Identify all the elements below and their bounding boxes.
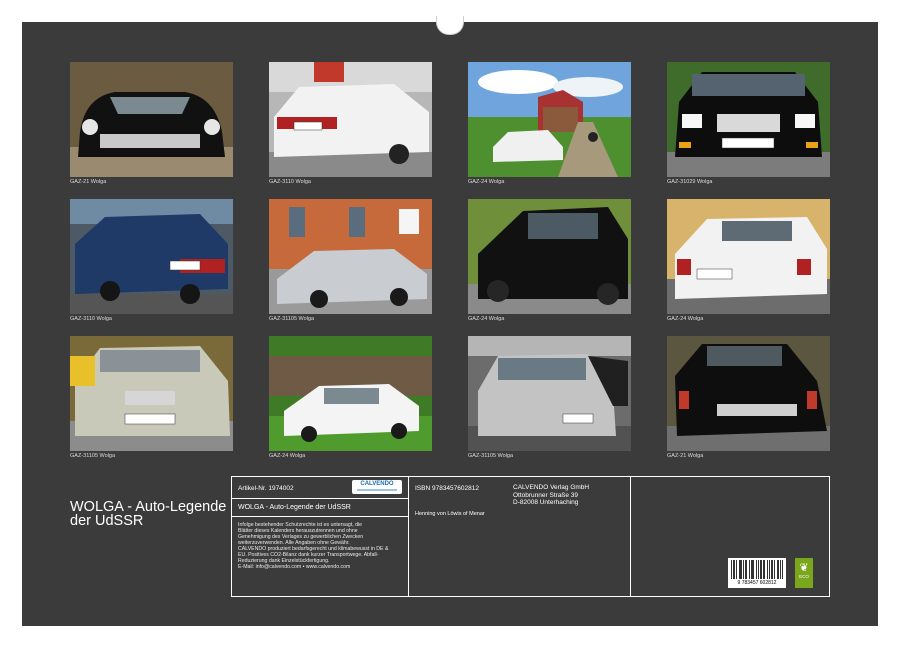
photo-7 <box>468 199 631 314</box>
barcode-bar <box>756 560 757 579</box>
barcode-bar <box>733 560 734 579</box>
photo-8 <box>667 199 830 314</box>
car-photo-12 <box>667 336 830 451</box>
barcode-bar <box>746 560 747 579</box>
barcode-bar <box>740 560 741 579</box>
product-info-box: Artikel-Nr. 1974002 CALVENDO WOLGA - Aut… <box>231 476 830 597</box>
isbn: ISBN 9783457602812 <box>415 485 479 492</box>
leaf-icon: ❦ <box>799 562 809 574</box>
barcode-bar <box>739 560 740 579</box>
car-photo-7 <box>468 199 631 314</box>
barcode-bar <box>772 560 773 579</box>
calvendo-logo: CALVENDO <box>352 480 402 494</box>
car-photo-11 <box>468 336 631 451</box>
barcode-bar <box>782 560 783 579</box>
legal-notice: Infolge bestehender Schutzrechte ist es … <box>238 522 389 570</box>
photo-2 <box>269 62 432 177</box>
barcode-bar <box>761 560 762 579</box>
car-photo-2 <box>269 62 432 177</box>
barcode-bar <box>774 560 775 579</box>
car-photo-10 <box>269 336 432 451</box>
car-photo-1 <box>70 62 233 177</box>
car-photo-4 <box>667 62 830 177</box>
barcode-bar <box>758 560 759 579</box>
barcode-bar <box>749 560 750 579</box>
barcode-bar <box>752 560 753 579</box>
car-photo-8 <box>667 199 830 314</box>
car-photo-6 <box>269 199 432 314</box>
photo-caption: GAZ-21 Wolga <box>70 179 107 185</box>
photo-caption: GAZ-24 Wolga <box>667 316 704 322</box>
barcode-bar <box>764 560 765 579</box>
barcode-bar <box>763 560 764 579</box>
logo-text: CALVENDO <box>360 481 394 487</box>
calendar-title: WOLGA - Auto-Legende der UdSSR <box>70 499 227 529</box>
photo-caption: GAZ-3110 Wolga <box>70 316 112 322</box>
barcode-bar <box>769 560 770 579</box>
photo-caption: GAZ-24 Wolga <box>269 453 306 459</box>
photo-caption: GAZ-24 Wolga <box>468 316 505 322</box>
photo-4 <box>667 62 830 177</box>
eco-badge: ❦ ECO <box>795 558 813 588</box>
barcode-bar <box>771 560 772 579</box>
barcode-bar <box>760 560 761 579</box>
barcode-bar <box>778 560 779 579</box>
ean-barcode: 9 783457 602812 <box>728 558 786 588</box>
barcode-bar <box>767 560 768 579</box>
publisher-address: CALVENDO Verlag GmbH Ottobrunner Straße … <box>513 484 590 506</box>
car-photo-5 <box>70 199 233 314</box>
photo-11 <box>468 336 631 451</box>
car-photo-9 <box>70 336 233 451</box>
photo-caption: GAZ-21 Wolga <box>667 453 704 459</box>
photo-5 <box>70 199 233 314</box>
barcode-bar <box>741 560 742 579</box>
product-title: WOLGA - Auto-Legende der UdSSR <box>238 504 351 511</box>
author: Henning von Löwis of Menar <box>415 511 485 517</box>
photo-3 <box>468 62 631 177</box>
photo-6 <box>269 199 432 314</box>
photo-1 <box>70 62 233 177</box>
photo-caption: GAZ-31105 Wolga <box>269 316 315 322</box>
barcode-bar <box>753 560 754 579</box>
barcode-bar <box>731 560 732 579</box>
barcode-bar <box>777 560 778 579</box>
photo-caption: GAZ-24 Wolga <box>468 179 505 185</box>
photo-caption: GAZ-31105 Wolga <box>70 453 116 459</box>
photo-caption: GAZ-31029 Wolga <box>667 179 713 185</box>
photo-10 <box>269 336 432 451</box>
barcode-bar <box>751 560 752 579</box>
barcode-bar <box>780 560 781 579</box>
photo-9 <box>70 336 233 451</box>
barcode-number: 9 783457 602812 <box>737 580 777 586</box>
barcode-bar <box>745 560 746 579</box>
photo-caption: GAZ-3110 Wolga <box>269 179 311 185</box>
article-number: Artikel-Nr. 1974002 <box>238 485 294 492</box>
photo-caption: GAZ-31105 Wolga <box>468 453 514 459</box>
photo-12 <box>667 336 830 451</box>
barcode-bar <box>743 560 744 579</box>
barcode-bar <box>736 560 737 579</box>
car-photo-3 <box>468 62 631 177</box>
barcode-bar <box>734 560 735 579</box>
